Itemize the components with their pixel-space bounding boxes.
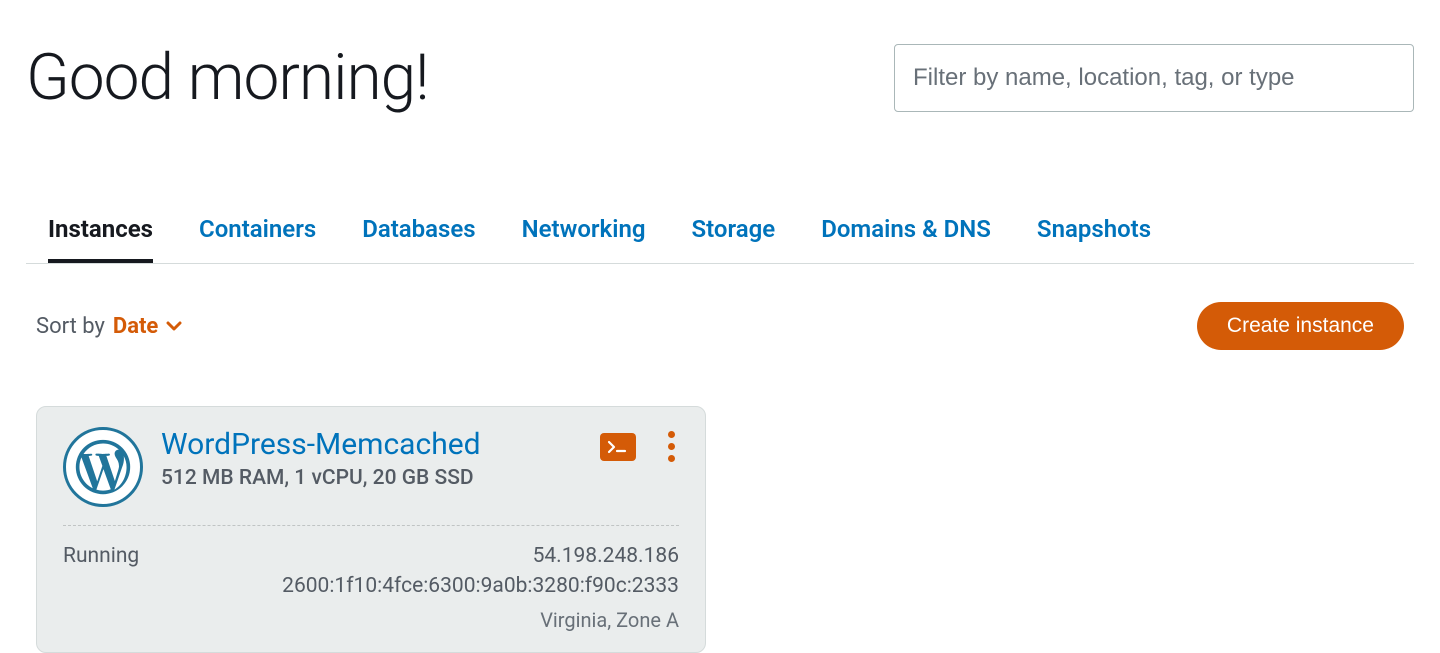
kebab-dot-icon <box>668 443 675 450</box>
sort-dropdown[interactable]: Sort by Date <box>36 314 182 339</box>
create-instance-button[interactable]: Create instance <box>1197 302 1404 350</box>
instance-name-link[interactable]: WordPress-Memcached <box>161 427 582 462</box>
sort-value: Date <box>113 314 158 339</box>
tabs-bar: Instances Containers Databases Networkin… <box>26 215 1414 264</box>
instance-card: WordPress-Memcached 512 MB RAM, 1 vCPU, … <box>36 406 706 653</box>
chevron-down-icon <box>166 318 182 334</box>
page-greeting: Good morning! <box>26 40 429 115</box>
tab-instances[interactable]: Instances <box>48 215 153 263</box>
instance-status: Running <box>63 544 139 632</box>
tab-snapshots[interactable]: Snapshots <box>1037 215 1151 263</box>
tab-containers[interactable]: Containers <box>199 215 316 263</box>
sort-label: Sort by <box>36 314 105 339</box>
instance-region: Virginia, Zone A <box>282 608 679 632</box>
instance-ipv6: 2600:1f10:4fce:6300:9a0b:3280:f90c:2333 <box>282 574 679 598</box>
kebab-dot-icon <box>668 431 675 438</box>
tab-databases[interactable]: Databases <box>362 215 475 263</box>
wordpress-icon <box>63 427 143 507</box>
instance-spec: 512 MB RAM, 1 vCPU, 20 GB SSD <box>161 466 582 490</box>
instance-menu-button[interactable] <box>664 427 679 466</box>
filter-input[interactable] <box>894 44 1414 112</box>
kebab-dot-icon <box>668 455 675 462</box>
tab-storage[interactable]: Storage <box>692 215 776 263</box>
terminal-button[interactable] <box>600 433 636 461</box>
tab-domains-dns[interactable]: Domains & DNS <box>821 215 991 263</box>
terminal-icon <box>607 440 629 454</box>
tab-networking[interactable]: Networking <box>522 215 646 263</box>
instance-ipv4: 54.198.248.186 <box>282 544 679 568</box>
